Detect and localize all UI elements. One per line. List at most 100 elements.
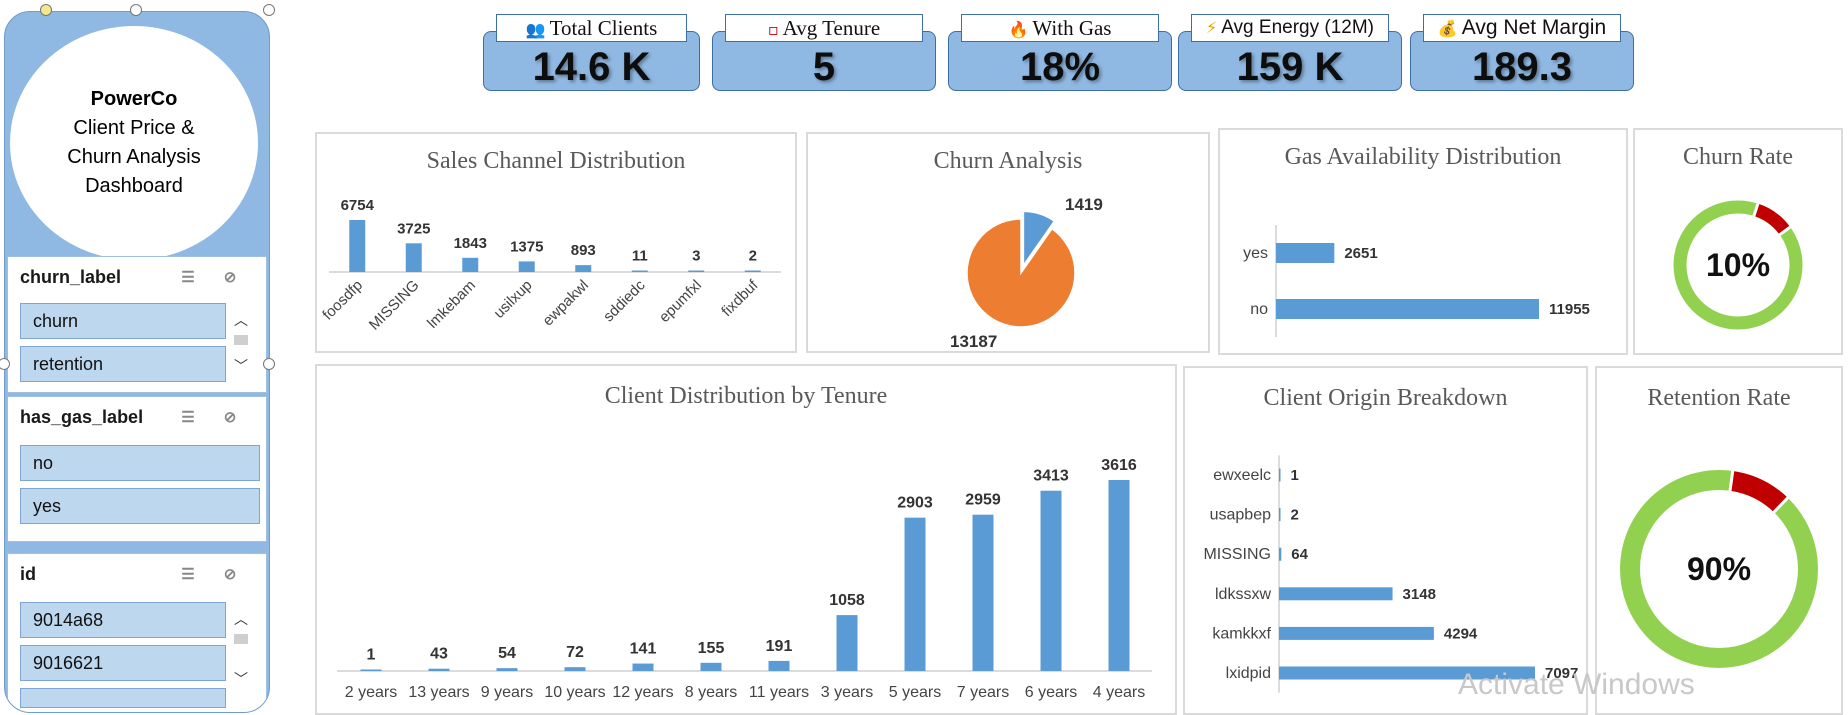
sidebar-shape[interactable]: PowerCo Client Price & Churn Analysis Da… — [4, 11, 270, 713]
bar — [1276, 299, 1539, 319]
multi-select-icon[interactable]: ☰ — [178, 269, 198, 287]
pie-slice-retention — [966, 218, 1076, 328]
kpi-label-box: ▫ Avg Tenure — [725, 14, 923, 42]
calendar-icon: ▫ — [767, 20, 779, 39]
scrollbar-thumb[interactable] — [234, 335, 248, 345]
kpi-label-box: 💰 Avg Net Margin — [1423, 14, 1621, 42]
bar — [972, 514, 994, 671]
multi-select-icon[interactable]: ☰ — [178, 409, 198, 427]
sales-channel-chart: 6754 foosdfp 3725 MISSING 1843 lmkebam 1375 usi… — [319, 197, 781, 334]
data-label: 54 — [498, 645, 516, 662]
data-label: 3616 — [1101, 457, 1137, 474]
bar — [1279, 547, 1282, 561]
kpi-label: Total Clients — [549, 16, 658, 40]
slicer-item-id[interactable]: 9016621 — [20, 645, 226, 681]
category-label: foosdfp — [319, 277, 366, 324]
bar — [631, 270, 648, 272]
category-label: 10 years — [544, 684, 605, 701]
data-label: 1843 — [454, 235, 487, 252]
kpi-avg-energy: ⚡ Avg Energy (12M) 159 K — [1178, 14, 1402, 91]
bar — [1279, 626, 1434, 640]
kpi-avg-net-margin: 💰 Avg Net Margin 189.3 — [1410, 14, 1634, 91]
category-label: yes — [1243, 245, 1268, 262]
data-label: 72 — [566, 644, 584, 661]
kpi-label-box: ⚡ Avg Energy (12M) — [1191, 14, 1389, 42]
slicer-item-id[interactable]: 9014a68 — [20, 602, 226, 638]
subtitle-line: Churn Analysis — [67, 146, 201, 168]
retention-rate-donut: 90% — [1620, 469, 1818, 668]
kpi-value: 159 K — [1236, 45, 1344, 89]
slicer-item-partial[interactable] — [20, 688, 226, 708]
kpi-label: Avg Tenure — [782, 16, 881, 40]
scroll-down-icon[interactable]: ﹀ — [230, 355, 252, 377]
bar — [518, 261, 535, 272]
slicer-item-no[interactable]: no — [20, 445, 260, 481]
bar — [405, 243, 422, 272]
data-label: 1058 — [829, 592, 865, 609]
data-label: 141 — [630, 641, 657, 658]
slicer-item-yes[interactable]: yes — [20, 488, 260, 524]
category-label: 2 years — [345, 684, 397, 701]
category-label: 12 years — [612, 684, 673, 701]
slicer-item-churn[interactable]: churn — [20, 303, 226, 339]
panel-gas-availability: Gas Availability Distribution 2651 yes 119… — [1218, 128, 1628, 355]
resize-handle[interactable] — [263, 4, 275, 16]
panel-sales-channel: Sales Channel Distribution 6754 foosdfp 37… — [315, 132, 797, 353]
subtitle-line: Client Price & — [73, 117, 195, 139]
slicer-item-retention[interactable]: retention — [20, 346, 226, 382]
bar — [428, 668, 450, 671]
scroll-up-icon[interactable]: ︿ — [230, 309, 252, 331]
category-label: 13 years — [408, 684, 469, 701]
category-label: ewxeelc — [1213, 467, 1271, 484]
data-label: 1419 — [1065, 195, 1103, 214]
bar — [349, 220, 366, 272]
bar — [496, 668, 518, 671]
panel-churn-rate: Churn Rate 10% — [1633, 128, 1843, 355]
category-label: usilxup — [491, 277, 536, 322]
kpi-value: 18% — [1019, 45, 1101, 89]
clear-filter-icon[interactable]: ⊘ — [220, 269, 240, 287]
slicer-churn-label[interactable]: churn_label ☰ ⊘ churn retention ︿ ﹀ — [7, 256, 267, 393]
data-label: 3413 — [1033, 468, 1069, 485]
churn-pie-chart: 1419 13187 — [950, 195, 1103, 351]
data-label: 893 — [571, 242, 596, 259]
category-label: MISSING — [366, 277, 423, 334]
data-label: 1 — [367, 647, 376, 664]
data-label: 1375 — [510, 238, 543, 255]
slicer-title: churn_label — [20, 266, 122, 287]
category-label: 11 years — [749, 684, 809, 701]
multi-select-icon[interactable]: ☰ — [178, 566, 198, 584]
bar — [700, 662, 722, 671]
bar — [462, 257, 479, 272]
tenure-chart: 12 years4313 years549 years7210 years141… — [337, 457, 1152, 701]
bar — [1040, 490, 1062, 671]
clear-filter-icon[interactable]: ⊘ — [220, 566, 240, 584]
resize-handle[interactable] — [130, 4, 142, 16]
data-label: 3148 — [1403, 586, 1436, 603]
bar — [1279, 468, 1281, 482]
category-label: 4 years — [1093, 684, 1145, 701]
resize-handle[interactable] — [40, 4, 52, 16]
slicer-id[interactable]: id ☰ ⊘ 9014a68 9016621 ︿ ﹀ — [7, 553, 267, 712]
scrollbar-thumb[interactable] — [234, 634, 248, 644]
category-label: lmkebam — [424, 277, 479, 332]
category-label: 7 years — [957, 684, 1009, 701]
scroll-down-icon[interactable]: ﹀ — [230, 668, 252, 690]
data-label: 11 — [632, 248, 648, 265]
scroll-up-icon[interactable]: ︿ — [230, 608, 252, 630]
category-label: 5 years — [889, 684, 941, 701]
dashboard-title-circle: PowerCo Client Price & Churn Analysis Da… — [10, 26, 258, 260]
data-label: 64 — [1291, 546, 1308, 563]
kpi-label-box: 👥 Total Clients — [496, 14, 687, 42]
bar — [575, 265, 592, 272]
kpi-total-clients: 👥 Total Clients 14.6 K — [483, 14, 700, 91]
brand-name: PowerCo — [90, 88, 178, 110]
category-label: 9 years — [481, 684, 533, 701]
flame-icon: 🔥 — [1008, 20, 1029, 39]
clear-filter-icon[interactable]: ⊘ — [220, 409, 240, 427]
panel-churn-analysis: Churn Analysis 1419 13187 — [806, 132, 1210, 353]
kpi-value: 189.3 — [1471, 45, 1573, 89]
slicer-has-gas-label[interactable]: has_gas_label ☰ ⊘ no yes — [7, 396, 267, 542]
category-label: epumfxl — [656, 277, 705, 326]
resize-handle[interactable] — [263, 358, 275, 370]
